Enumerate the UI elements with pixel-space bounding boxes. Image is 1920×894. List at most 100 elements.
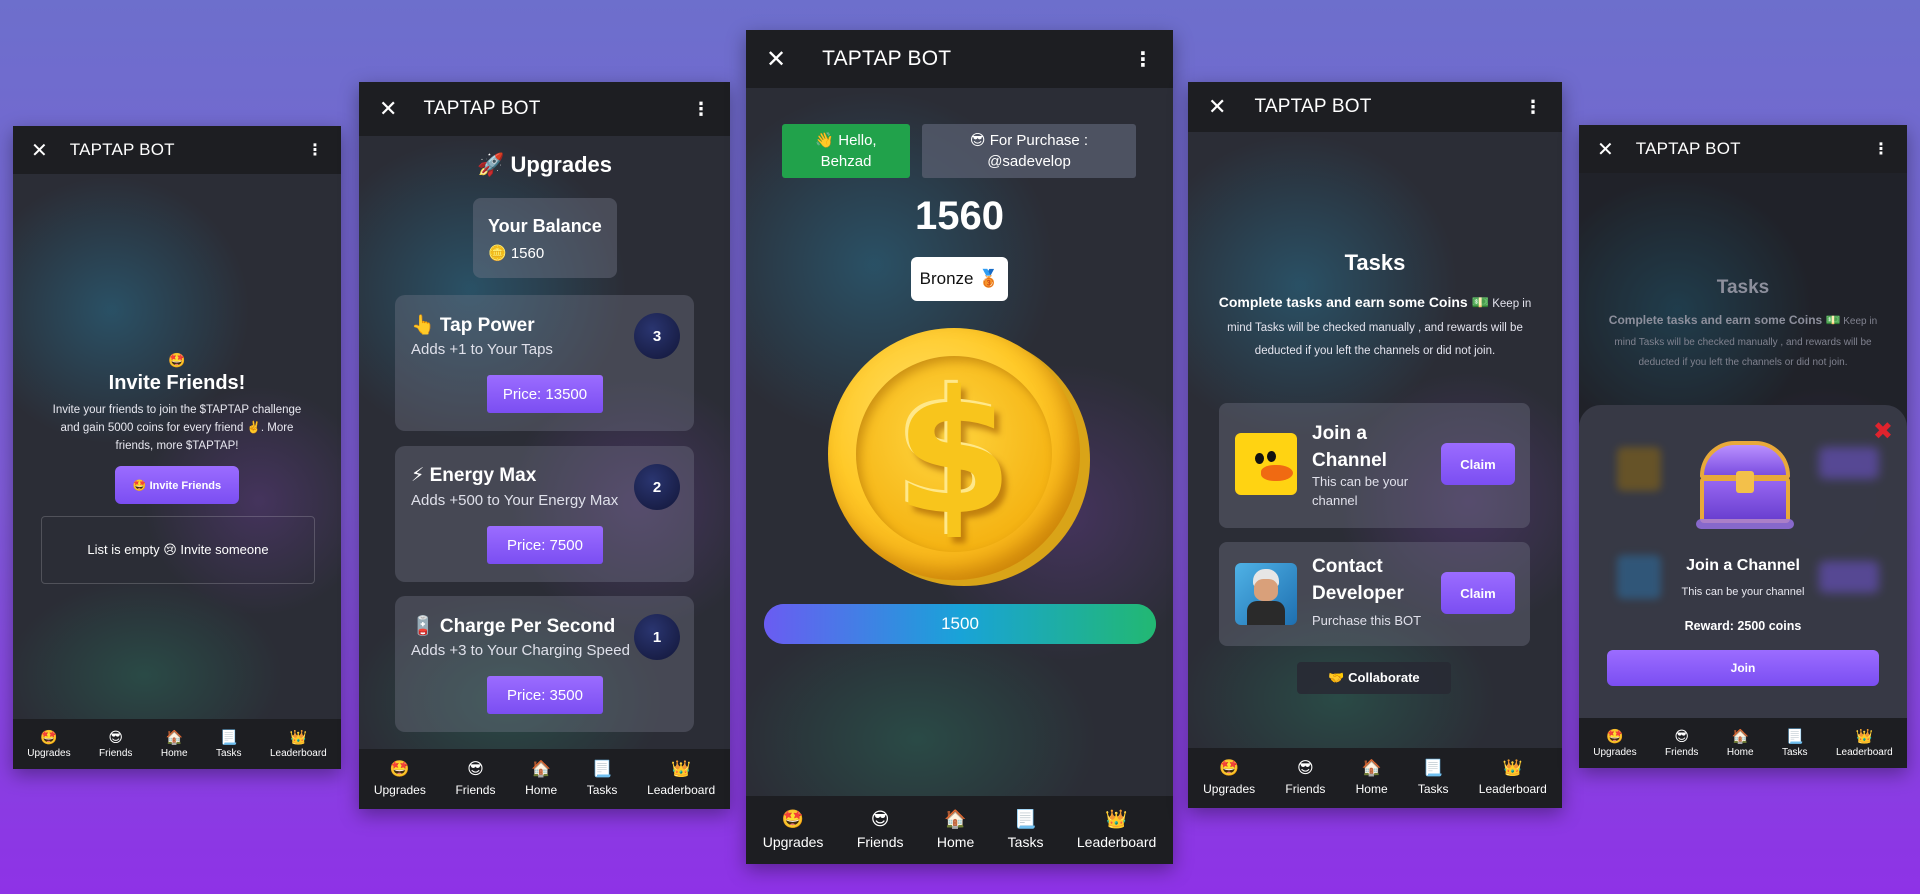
nav-label: Home: [1355, 781, 1388, 796]
nav-label: Tasks: [1781, 746, 1808, 758]
friends-list-empty: List is empty 😢 Invite someone: [41, 516, 315, 584]
page-title: 🚀 Upgrades: [477, 152, 612, 177]
nav-tasks[interactable]: 📃 Tasks: [1782, 729, 1808, 758]
app-title: TAPTAP BOT: [423, 98, 541, 119]
nav-tasks[interactable]: 📃 Tasks: [587, 761, 618, 797]
upgrade-level-badge: 2: [634, 464, 680, 510]
app-title: TAPTAP BOT: [1254, 96, 1372, 117]
app-title: TAPTAP BOT: [69, 140, 175, 159]
nav-friends[interactable]: 😎 Friends: [1285, 759, 1325, 796]
more-menu-icon[interactable]: ⋮: [1133, 47, 1153, 72]
nav-home[interactable]: 🏠 Home: [161, 730, 188, 759]
top-bar: ✕ TAPTAP BOT ⋮: [1188, 82, 1562, 132]
nav-upgrades[interactable]: 🤩 Upgrades: [763, 810, 824, 850]
nav-tasks[interactable]: 📃 Tasks: [1008, 810, 1044, 850]
collaborate-button[interactable]: 🤝 Collaborate: [1297, 662, 1451, 694]
close-icon[interactable]: ✕: [1208, 94, 1226, 120]
nav-friends[interactable]: 😎 Friends: [857, 810, 904, 850]
nav-label: Leaderboard: [647, 782, 716, 797]
nav-home[interactable]: 🏠 Home: [525, 760, 557, 797]
app-title: TAPTAP BOT: [1635, 139, 1741, 158]
tap-coin-button[interactable]: $: [828, 328, 1090, 590]
nav-label: Leaderboard: [1076, 834, 1157, 850]
nav-upgrades[interactable]: 🤩 Upgrades: [27, 730, 70, 759]
nav-tasks[interactable]: 📃 Tasks: [216, 730, 242, 759]
nav-label: Friends: [455, 782, 496, 797]
nav-upgrades[interactable]: 🤩 Upgrades: [374, 761, 426, 797]
claim-button[interactable]: Claim: [1441, 572, 1515, 614]
nav-leaderboard[interactable]: 👑 Leaderboard: [647, 760, 716, 797]
top-bar: ✕ TAPTAP BOT ⋮: [359, 82, 730, 136]
nav-friends[interactable]: 😎 Friends: [455, 761, 496, 797]
tasks-intro-bold: Complete tasks and earn some Coins 💵: [1218, 294, 1490, 310]
more-menu-icon[interactable]: ⋮: [692, 99, 710, 120]
nav-friends[interactable]: 😎 Friends: [1665, 729, 1698, 758]
nav-leaderboard[interactable]: 👑 Leaderboard: [270, 730, 327, 759]
crown-icon: 👑: [671, 760, 692, 778]
top-bar: ✕ TAPTAP BOT ⋮: [13, 126, 341, 174]
upgrades-screen: ✕ TAPTAP BOT ⋮ 🚀 Upgrades Your Balance 🪙…: [359, 82, 730, 809]
balance-card: Your Balance 🪙 1560: [473, 198, 617, 278]
nav-label: Upgrades: [1593, 746, 1637, 758]
home-screen: ✕ TAPTAP BOT ⋮ 👋 Hello, Behzad 😎 For Pur…: [746, 30, 1173, 864]
sunglasses-icon: 😎: [870, 809, 890, 829]
friends-screen: ✕ TAPTAP BOT ⋮ 🤩 Invite Friends! Invite …: [13, 126, 341, 769]
task-card: Join a Channel This can be your channel …: [1219, 403, 1530, 528]
task-card: Contact Developer Purchase this BOT Clai…: [1219, 542, 1530, 646]
nav-leaderboard[interactable]: 👑 Leaderboard: [1836, 729, 1893, 758]
nav-label: Upgrades: [1203, 781, 1256, 796]
upgrade-level-badge: 3: [634, 313, 680, 359]
more-menu-icon[interactable]: ⋮: [307, 140, 323, 160]
nav-leaderboard[interactable]: 👑 Leaderboard: [1479, 759, 1547, 796]
claim-button[interactable]: Claim: [1441, 443, 1515, 485]
house-icon: 🏠: [944, 809, 967, 829]
nav-label: Friends: [99, 747, 133, 759]
nav-home[interactable]: 🏠 Home: [1355, 759, 1388, 796]
rank-badge[interactable]: Bronze 🥉: [911, 257, 1008, 301]
close-icon[interactable]: ✕: [1597, 137, 1614, 162]
nav-home[interactable]: 🏠 Home: [1727, 729, 1754, 758]
nav-tasks[interactable]: 📃 Tasks: [1417, 760, 1449, 796]
modal-close-icon[interactable]: ✖: [1873, 417, 1893, 446]
upgrade-description: Adds +1 to Your Taps: [411, 341, 553, 358]
score-counter: 1560: [915, 194, 1004, 238]
task-title: Join a Channel: [1312, 423, 1387, 471]
invite-friends-button[interactable]: 🤩 Invite Friends: [115, 466, 239, 504]
nav-upgrades[interactable]: 🤩 Upgrades: [1593, 729, 1636, 758]
nav-upgrades[interactable]: 🤩 Upgrades: [1203, 760, 1256, 796]
greeting-badge: 👋 Hello, Behzad: [782, 124, 910, 178]
page-icon: 📃: [220, 728, 238, 745]
nav-friends[interactable]: 😎 Friends: [99, 730, 132, 759]
nav-label: Leaderboard: [1836, 746, 1893, 758]
tasks-intro-bold: Complete tasks and earn some Coins 💵: [1608, 313, 1841, 327]
purchase-badge[interactable]: 😎 For Purchase : @sadevelop: [922, 124, 1136, 178]
house-icon: 🏠: [1361, 759, 1382, 777]
nav-leaderboard[interactable]: 👑 Leaderboard: [1077, 810, 1156, 850]
nav-label: Tasks: [1417, 781, 1449, 796]
energy-value: 1500: [941, 614, 979, 633]
crown-icon: 👑: [1502, 759, 1523, 777]
task-modal: ✖ Join a Channel This can be your channe…: [1579, 405, 1907, 720]
nav-label: Home: [160, 747, 188, 759]
close-icon[interactable]: ✕: [766, 45, 786, 74]
more-menu-icon[interactable]: ⋮: [1524, 97, 1542, 118]
nav-home[interactable]: 🏠 Home: [937, 810, 974, 850]
upgrade-level-badge: 1: [634, 614, 680, 660]
buy-upgrade-button[interactable]: Price: 7500: [487, 526, 603, 564]
bottom-nav: 🤩 Upgrades 😎 Friends 🏠 Home 📃 Tasks 👑 Leaderb…: [359, 749, 730, 809]
buy-upgrade-button[interactable]: Price: 3500: [487, 676, 603, 714]
crown-icon: 👑: [1855, 727, 1874, 744]
house-icon: 🏠: [165, 728, 183, 745]
upgrade-description: Adds +3 to Your Charging Speed: [411, 642, 630, 659]
house-icon: 🏠: [531, 760, 552, 778]
join-button[interactable]: Join: [1607, 650, 1879, 686]
close-icon[interactable]: ✕: [379, 96, 397, 122]
treasure-chest-icon: [1696, 441, 1794, 529]
buy-upgrade-button[interactable]: Price: 13500: [487, 375, 603, 413]
sunglasses-icon: 😎: [1297, 759, 1314, 777]
empty-list-text: List is empty 😢 Invite someone: [87, 542, 269, 557]
nav-label: Home: [936, 834, 975, 850]
upgrade-card: 👆 Tap Power Adds +1 to Your Taps 3 Price…: [395, 295, 694, 431]
close-icon[interactable]: ✕: [31, 138, 48, 163]
more-menu-icon[interactable]: ⋮: [1873, 139, 1889, 159]
